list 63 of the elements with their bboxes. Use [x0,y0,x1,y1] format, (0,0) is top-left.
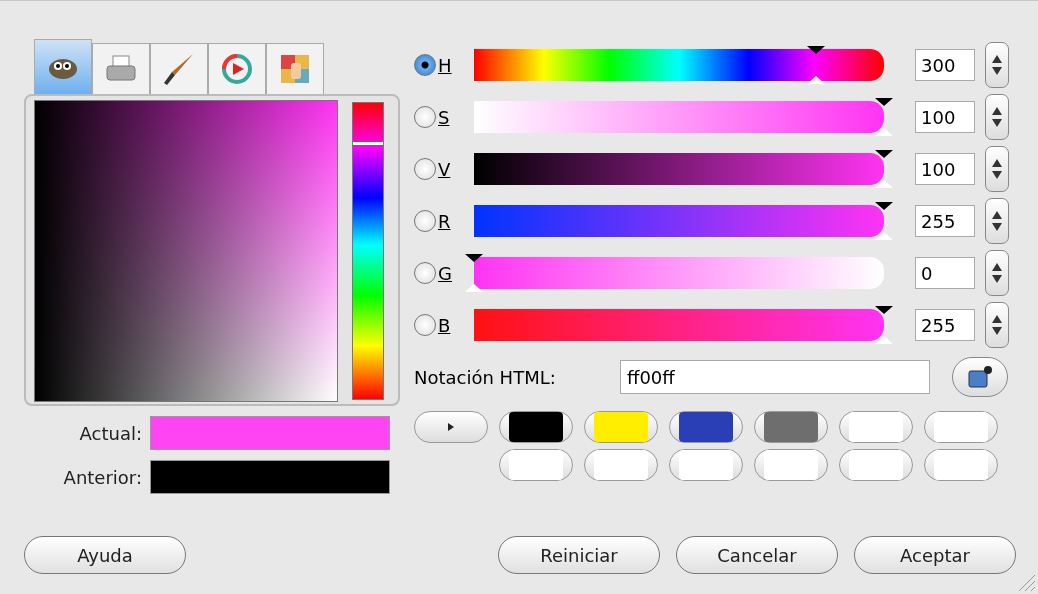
spin-buttons[interactable] [985,42,1009,88]
history-swatch[interactable] [924,449,998,481]
value-field[interactable]: 300 [915,49,975,81]
slider-thumb[interactable] [875,150,893,188]
dialog-button[interactable]: Aceptar [854,536,1016,574]
tab[interactable] [208,43,266,94]
channel-label: R [437,210,452,232]
slider-thumb[interactable] [875,202,893,240]
current-label: Actual: [78,422,142,444]
slider-thumb[interactable] [875,306,893,344]
value-field[interactable]: 0 [915,257,975,289]
radio-button[interactable] [414,158,436,180]
printer-icon [104,54,138,84]
expand-button[interactable] [414,411,488,443]
tab[interactable] [266,43,324,94]
radio-button[interactable] [414,262,436,284]
html-notation-field[interactable]: ff00ff [620,360,930,394]
channel-label: G [437,262,453,284]
value-field[interactable]: 100 [915,153,975,185]
html-notation-label: Notación HTML: [414,366,557,388]
history-swatch[interactable] [499,411,573,443]
history-swatch[interactable] [669,411,743,443]
channel-label: H [437,54,453,76]
tab[interactable] [150,43,208,94]
history-swatch[interactable] [499,449,573,481]
value-field[interactable]: 100 [915,101,975,133]
previous-label: Anterior: [62,466,142,488]
value-field[interactable]: 255 [915,309,975,341]
spin-buttons[interactable] [985,250,1009,296]
slider-thumb[interactable] [465,254,483,292]
history-swatch[interactable] [584,411,658,443]
value-field[interactable]: 255 [915,205,975,237]
radio-button[interactable] [414,314,436,336]
history-swatch[interactable] [669,449,743,481]
color-picker-button[interactable] [952,357,1008,397]
palette-icon [279,53,311,85]
history-swatch[interactable] [839,411,913,443]
spin-buttons[interactable] [985,198,1009,244]
dialog-button[interactable]: Ayuda [24,536,186,574]
channel-label: S [437,106,451,128]
radio-button[interactable] [414,210,436,232]
channel-label: B [437,314,452,336]
history-swatch[interactable] [754,411,828,443]
history-swatch[interactable] [839,449,913,481]
radio-button[interactable] [414,106,436,128]
spin-buttons[interactable] [985,302,1009,348]
color-wheel-icon [221,53,253,85]
color-field[interactable] [34,100,338,402]
history-swatch[interactable] [754,449,828,481]
radio-button[interactable] [414,54,436,76]
dialog-button[interactable]: Reiniciar [498,536,660,574]
dialog-button[interactable]: Cancelar [676,536,838,574]
spin-buttons[interactable] [985,94,1009,140]
history-swatch[interactable] [584,449,658,481]
spin-buttons[interactable] [985,146,1009,192]
hue-strip[interactable] [352,102,384,400]
channel-label: V [437,158,452,180]
tab[interactable] [34,39,92,94]
arrow-right-icon [448,423,454,431]
history-swatch[interactable] [924,411,998,443]
slider-thumb[interactable] [806,46,825,84]
slider-thumb[interactable] [875,98,893,136]
tab[interactable] [92,43,150,94]
